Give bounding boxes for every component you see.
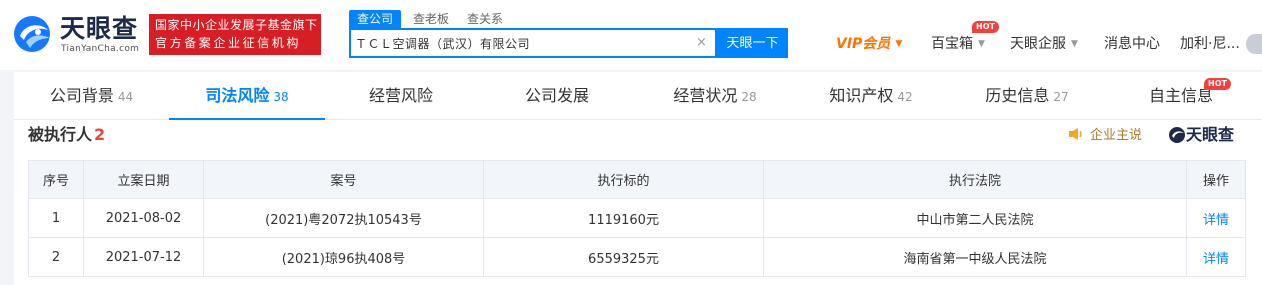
search-tab-company[interactable]: 查公司 — [349, 10, 402, 28]
enterprise-service-menu[interactable]: 天眼企服 ▼ — [1010, 34, 1078, 54]
top-header: 天眼查 TianYanCha.com 国家中小企业发展子基金旗下 官方备案企业征… — [0, 0, 1262, 70]
row-case-no: (2021)粤2072执10543号 — [203, 198, 484, 238]
column-header-action: 操作 — [1186, 160, 1246, 199]
vip-label: VIP会员 — [836, 36, 891, 52]
treasure-box-menu[interactable]: 百宝箱 ▼ — [931, 34, 985, 54]
tab-label: 经营状况 — [673, 86, 738, 105]
tab-count: 28 — [741, 90, 757, 104]
user-menu[interactable]: 加利·尼... — [1180, 34, 1240, 54]
row-date: 2021-08-02 — [83, 198, 204, 238]
tab-label: 公司发展 — [524, 86, 589, 105]
hot-badge: HOT — [1204, 78, 1231, 90]
table-row: 2 2021-07-12 (2021)琼96执408号 6559325元 海南省… — [28, 237, 1246, 277]
tab-company-development[interactable]: 公司发展 — [481, 72, 637, 120]
chevron-down-icon: ▼ — [895, 39, 903, 49]
tianyancha-logo-icon — [1169, 127, 1185, 143]
tab-count: 42 — [897, 90, 913, 104]
section-count: 2 — [94, 125, 106, 144]
executed-person-table: 序号 立案日期 案号 执行标的 执行法院 操作 1 2021-08-02 (20… — [28, 160, 1246, 277]
row-case-no: (2021)琼96执408号 — [203, 237, 484, 277]
table-header-row: 序号 立案日期 案号 执行标的 执行法院 操作 — [28, 160, 1246, 199]
row-court: 海南省第一中级人民法院 — [763, 237, 1187, 277]
enterprise-service-label: 天眼企服 — [1010, 36, 1066, 52]
column-header-date: 立案日期 — [83, 160, 204, 199]
tab-count: 38 — [273, 90, 289, 104]
hot-badge: HOT — [972, 21, 999, 33]
tianyancha-logo-icon — [14, 16, 50, 52]
message-center-link[interactable]: 消息中心 — [1104, 34, 1160, 54]
section-title-label: 被执行人 — [28, 125, 93, 144]
search-box: × — [349, 28, 717, 58]
tab-count: 44 — [117, 90, 134, 104]
company-says-label: 企业主说 — [1090, 128, 1143, 143]
search-tab-relation[interactable]: 查关系 — [467, 10, 503, 28]
tab-history-info[interactable]: 历史信息 27 — [949, 72, 1105, 120]
column-header-court: 执行法院 — [763, 160, 1187, 199]
executed-person-section: 被执行人 2 企业主说 天眼查 序号 立案日期 案号 执行标的 执行法院 操作 … — [14, 120, 1262, 285]
tab-operating-status[interactable]: 经营状况 28 — [637, 72, 793, 120]
section-title: 被执行人 2 — [28, 124, 105, 146]
company-tabs: 公司背景 44 司法风险 38 经营风险 公司发展 经营状况 28 知识产权 42 历史… — [14, 72, 1262, 120]
tianyancha-logo[interactable]: 天眼查 TianYanCha.com — [12, 12, 140, 56]
row-index: 1 — [28, 198, 84, 238]
clear-icon[interactable]: × — [696, 35, 707, 51]
row-amount: 1119160元 — [483, 198, 764, 238]
watermark-text: 天眼查 — [1186, 125, 1235, 144]
row-court: 中山市第二人民法院 — [763, 198, 1187, 238]
column-header-case-no: 案号 — [203, 160, 484, 199]
tab-label: 公司背景 — [49, 86, 114, 105]
logo-name: 天眼查 — [60, 14, 139, 43]
vip-menu[interactable]: VIP会员 ▼ — [836, 34, 902, 54]
official-banner: 国家中小企业发展子基金旗下 官方备案企业征信机构 — [149, 14, 321, 55]
logo-domain: TianYanCha.com — [61, 44, 140, 54]
tab-business-risk[interactable]: 经营风险 — [325, 72, 481, 120]
banner-line-2: 官方备案企业征信机构 — [155, 36, 302, 50]
tab-intellectual-property[interactable]: 知识产权 42 — [793, 72, 949, 120]
search-button[interactable]: 天眼一下 — [717, 28, 788, 58]
row-date: 2021-07-12 — [83, 237, 204, 277]
treasure-box-label: 百宝箱 — [931, 36, 973, 52]
row-index: 2 — [28, 237, 84, 277]
company-says-link[interactable]: 企业主说 — [1068, 127, 1142, 145]
table-row: 1 2021-08-02 (2021)粤2072执10543号 1119160元… — [28, 198, 1246, 238]
search-tab-boss[interactable]: 查老板 — [413, 10, 449, 28]
tab-label: 知识产权 — [829, 86, 894, 105]
avatar[interactable] — [1246, 34, 1262, 54]
tab-label: 经营风险 — [368, 86, 433, 105]
row-amount: 6559325元 — [483, 237, 764, 277]
column-header-amount: 执行标的 — [483, 160, 764, 199]
tab-company-background[interactable]: 公司背景 44 — [14, 72, 169, 120]
tab-count: 27 — [1053, 90, 1069, 104]
tab-label: 司法风险 — [205, 86, 270, 105]
tab-label: 历史信息 — [985, 86, 1050, 105]
chevron-down-icon: ▼ — [978, 39, 985, 49]
column-header-index: 序号 — [28, 160, 84, 199]
tab-judicial-risk[interactable]: 司法风险 38 — [169, 72, 325, 120]
details-link[interactable]: 详情 — [1186, 237, 1246, 277]
search-input[interactable] — [355, 32, 691, 54]
speaker-icon — [1069, 128, 1082, 140]
chevron-down-icon: ▼ — [1071, 39, 1078, 49]
tab-self-info[interactable]: 自主信息 — [1105, 72, 1261, 120]
details-link[interactable]: 详情 — [1186, 198, 1246, 238]
banner-line-1: 国家中小企业发展子基金旗下 — [155, 18, 318, 32]
